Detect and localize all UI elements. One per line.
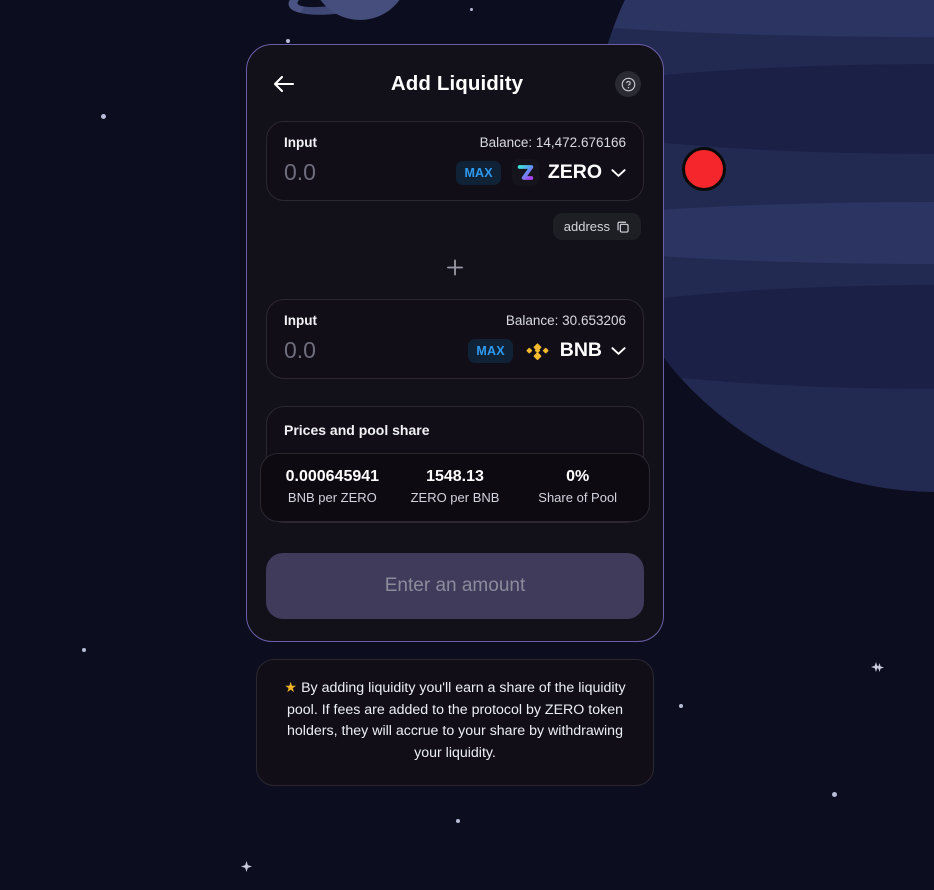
copy-icon (617, 221, 629, 233)
panel-body-bnb: MAX BNB (284, 337, 626, 364)
token-selector-bnb[interactable]: BNB (524, 337, 626, 364)
zero-token-icon (511, 159, 539, 186)
price-value: 1548.13 (426, 468, 484, 485)
star-dot (101, 114, 106, 119)
max-button-zero[interactable]: MAX (456, 160, 501, 185)
liquidity-info-text: By adding liquidity you'll earn a share … (287, 680, 626, 762)
star-icon: ★ (284, 680, 298, 696)
back-button[interactable] (269, 69, 299, 99)
question-mark-circle-icon (621, 77, 635, 91)
price-cell: 0% Share of Pool (516, 468, 639, 505)
input-label-zero: Input (284, 135, 317, 150)
chevron-down-icon (611, 346, 626, 355)
page-title: Add Liquidity (390, 72, 524, 95)
token-input-panel-bnb: Input Balance: 30.653206 MAX (266, 299, 644, 379)
star-dot (456, 819, 460, 823)
address-copy-chip[interactable]: address (552, 213, 641, 240)
planet-band (592, 0, 934, 37)
price-label: Share of Pool (538, 490, 618, 505)
panel-body-zero: MAX ZERO (284, 159, 626, 186)
star-dot (832, 792, 837, 797)
price-cell: 0.000645941 BNB per ZERO (271, 468, 394, 505)
card-header: Add Liquidity (266, 67, 644, 99)
star-dot (679, 704, 683, 708)
input-label-bnb: Input (284, 313, 317, 328)
cursor-click-marker (682, 147, 726, 191)
chevron-down-icon (611, 168, 626, 177)
bnb-token-icon (526, 343, 549, 361)
price-value: 0% (566, 468, 590, 485)
star-dot (470, 8, 473, 11)
balance-label-zero: Balance: 14,472.676166 (479, 135, 626, 150)
star-dot (286, 39, 290, 43)
price-value: 0.000645941 (285, 468, 380, 485)
price-cell: 1548.13 ZERO per BNB (394, 468, 517, 505)
token-symbol-bnb: BNB (559, 339, 602, 361)
plus-icon (447, 259, 463, 276)
panel-header-bnb: Input Balance: 30.653206 (284, 313, 626, 328)
address-chip-label: address (563, 219, 610, 234)
prices-and-pool-share-card: Prices and pool share 0.000645941 BNB pe… (260, 406, 650, 523)
token-input-panel-zero: Input Balance: 14,472.676166 MAX (266, 121, 644, 201)
panel-header-zero: Input Balance: 14,472.676166 (284, 135, 626, 150)
enter-amount-button[interactable]: Enter an amount (266, 553, 644, 619)
help-button[interactable] (615, 71, 641, 97)
prices-section-title: Prices and pool share (284, 422, 430, 438)
add-separator-icon[interactable] (447, 259, 464, 276)
price-label: BNB per ZERO (287, 490, 377, 505)
token-symbol-zero: ZERO (547, 161, 602, 183)
liquidity-info-note: ★ By adding liquidity you'll earn a shar… (256, 659, 654, 786)
prices-values-row: 0.000645941 BNB per ZERO 1548.13 ZERO pe… (260, 453, 650, 522)
star-dot (82, 648, 86, 652)
amount-input-zero[interactable] (284, 159, 434, 186)
panel-separator-row: address (266, 201, 644, 299)
token-selector-zero[interactable]: ZERO (511, 159, 626, 186)
price-label: ZERO per BNB (410, 490, 500, 505)
balance-label-bnb: Balance: 30.653206 (505, 313, 626, 328)
token-controls-bnb: MAX BNB (468, 337, 626, 364)
arrow-left-icon (273, 75, 295, 93)
amount-input-bnb[interactable] (284, 337, 434, 364)
token-controls-zero: MAX ZERO (456, 159, 626, 186)
max-button-bnb[interactable]: MAX (468, 338, 513, 363)
star-sparkle (241, 861, 252, 872)
add-liquidity-card: Add Liquidity Input Balance: 14,472.6761… (246, 44, 664, 642)
